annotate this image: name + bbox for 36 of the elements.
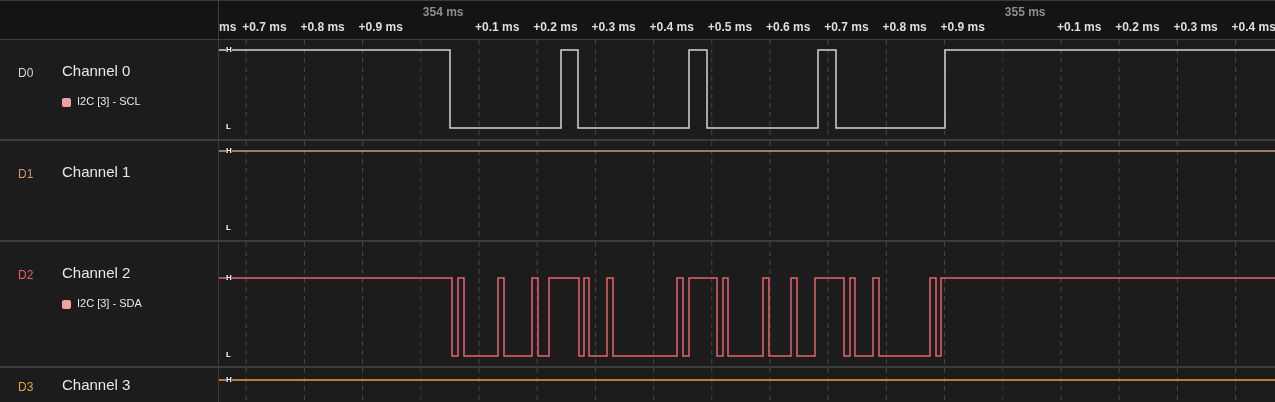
time-tick-label: +0.3 ms: [591, 20, 636, 34]
channel-name: Channel 1: [62, 163, 131, 180]
channel-name: Channel 0: [62, 62, 131, 79]
high-level-label: H: [226, 376, 232, 384]
analyzer-label: I2C [3] - SDA: [77, 297, 142, 309]
channel-id: D2: [18, 268, 34, 282]
low-level-label: L: [226, 351, 231, 359]
channel-name: Channel 2: [62, 264, 131, 281]
channel-id: D1: [18, 167, 34, 181]
time-tick-label: +0.8 ms: [882, 20, 927, 34]
channel-id: D3: [18, 380, 34, 394]
time-tick-label: +0.8 ms: [300, 20, 345, 34]
analyzer-label: I2C [3] - SCL: [77, 95, 141, 107]
time-tick-label: +0.1 ms: [475, 20, 520, 34]
time-marker-label: 354 ms: [422, 5, 464, 19]
time-tick-label: +0.4 ms: [1231, 20, 1275, 34]
low-level-label: L: [226, 224, 231, 232]
time-marker-label: 355 ms: [1004, 5, 1046, 19]
time-tick-label: +0.7 ms: [824, 20, 869, 34]
low-level-label: L: [226, 123, 231, 131]
time-tick-label: +0.9 ms: [358, 20, 403, 34]
time-tick-label: +0.1 ms: [1057, 20, 1102, 34]
channel-id: D0: [18, 66, 34, 80]
channel-name: Channel 3: [62, 376, 131, 393]
time-tick-label: +0.9 ms: [940, 20, 985, 34]
high-level-label: H: [226, 147, 232, 155]
time-tick-label: +0.2 ms: [1115, 20, 1160, 34]
time-tick-label: +0.6 ms: [766, 20, 811, 34]
time-tick-label: +0.5 ms: [707, 20, 753, 34]
time-tick-label: +0.2 ms: [533, 20, 578, 34]
time-tick-label: +0.4 ms: [649, 20, 694, 34]
high-level-label: H: [226, 274, 232, 282]
time-tick-label: +0.7 ms: [242, 20, 287, 34]
time-tick-label: +0.3 ms: [1173, 20, 1218, 34]
time-tick-label: ms: [219, 20, 237, 34]
high-level-label: H: [226, 46, 232, 54]
